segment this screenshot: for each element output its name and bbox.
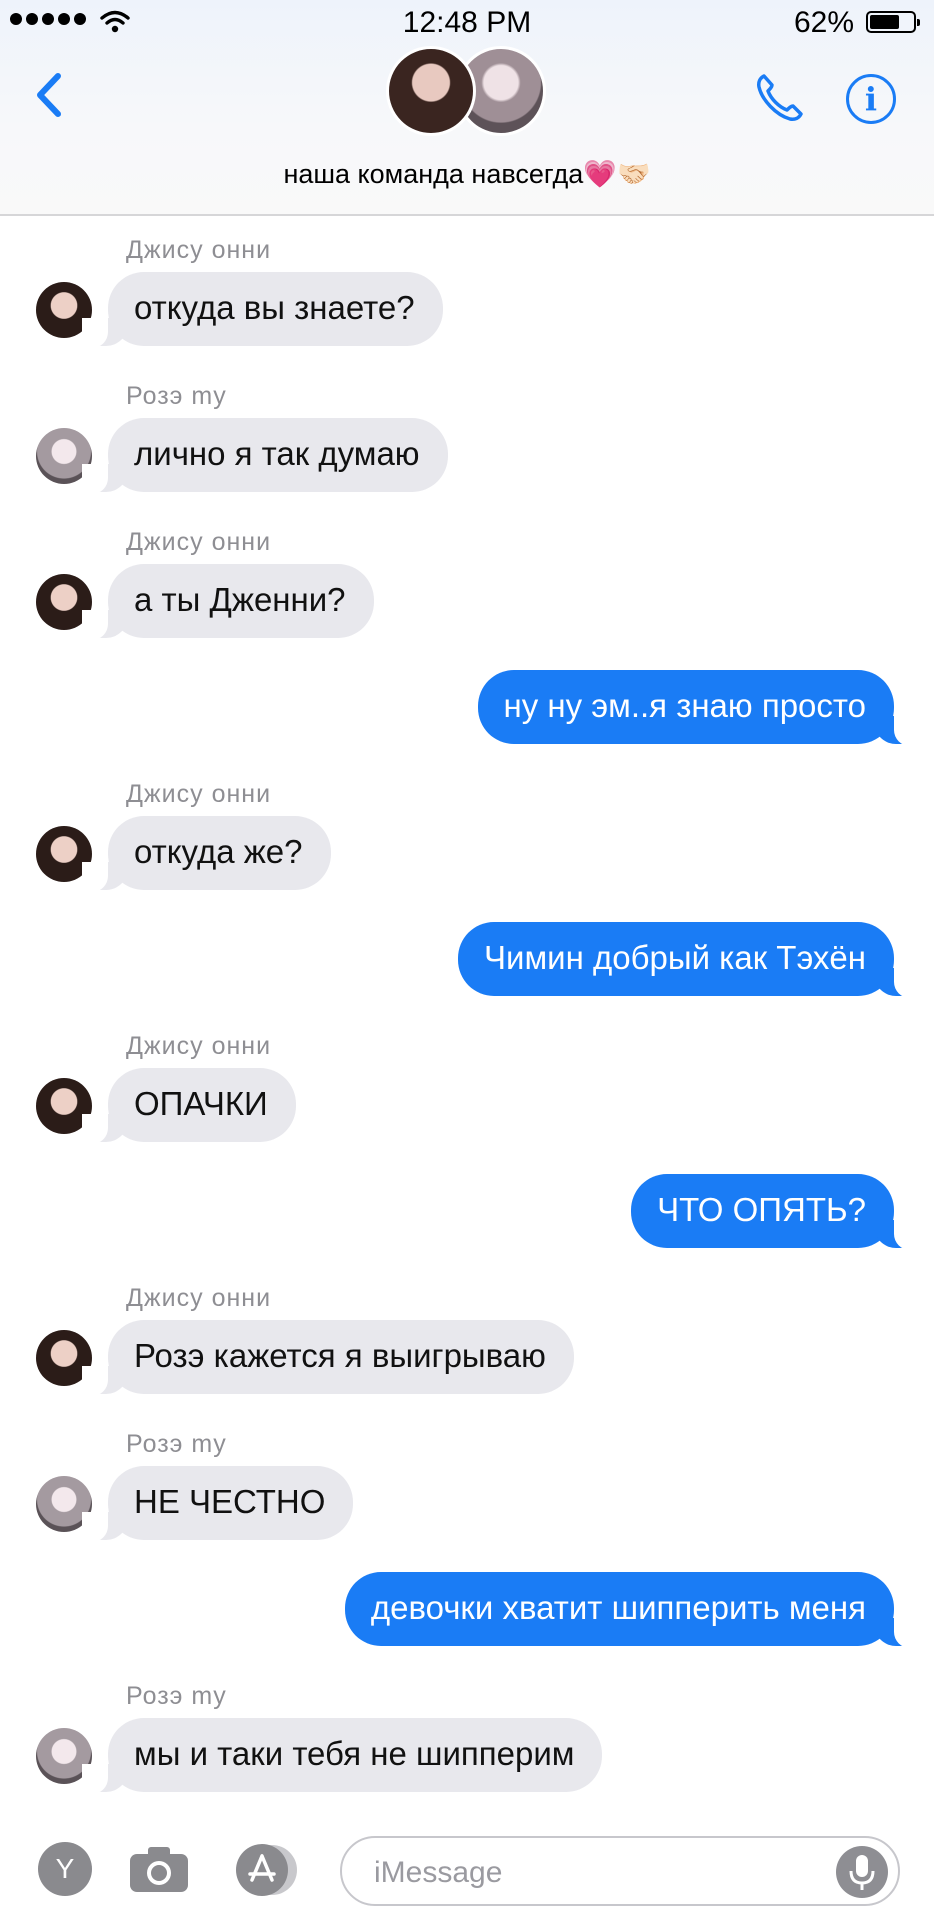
outgoing-message-bubble[interactable]: ну ну эм..я знаю просто bbox=[477, 670, 921, 746]
outgoing-message-bubble[interactable]: ЧТО ОПЯТЬ? bbox=[631, 1174, 920, 1250]
outgoing-message-bubble[interactable]: Чимин добрый как Тэхён bbox=[458, 922, 920, 998]
message-input[interactable] bbox=[372, 1852, 796, 1894]
battery-percent: 62% bbox=[793, 6, 854, 39]
phone-icon bbox=[757, 74, 803, 121]
message-text: откуда вы знаете? bbox=[134, 289, 415, 326]
input-bar: Y bbox=[0, 1830, 934, 1920]
status-bar: 12:48 PM 62% bbox=[0, 0, 934, 44]
incoming-message-bubble[interactable]: НЕ ЧЕСТНО bbox=[81, 1466, 354, 1542]
camera-icon bbox=[130, 1847, 188, 1892]
incoming-message-bubble[interactable]: откуда же? bbox=[82, 816, 331, 892]
message-text: ну ну эм..я знаю просто bbox=[503, 687, 866, 724]
sender-name: Джису онни bbox=[126, 780, 272, 808]
group-title[interactable]: наша команда навсегда💗🤝🏻 bbox=[0, 158, 934, 190]
appstore-button[interactable] bbox=[234, 1842, 300, 1898]
incoming-message-bubble[interactable]: лично я так думаю bbox=[82, 418, 448, 494]
avatar-jisoo bbox=[386, 46, 476, 136]
message-thread[interactable]: Джису онни откуда вы знаете? Розэ my лично … bbox=[0, 216, 934, 1830]
back-button[interactable] bbox=[30, 70, 70, 120]
microphone-button[interactable] bbox=[836, 1846, 888, 1898]
sender-name: Джису онни bbox=[126, 1284, 272, 1312]
message-text: лично я так думаю bbox=[134, 435, 420, 472]
incoming-message-bubble[interactable]: а ты Дженни? bbox=[82, 564, 374, 640]
app-drawer-button[interactable]: Y bbox=[38, 1842, 92, 1896]
message-field[interactable] bbox=[340, 1836, 900, 1906]
message-text: а ты Дженни? bbox=[134, 581, 346, 618]
outgoing-message-bubble[interactable]: девочки хватит шипперить меня bbox=[344, 1572, 921, 1648]
message-text: мы и таки тебя не шипперим bbox=[134, 1735, 575, 1772]
call-button[interactable] bbox=[752, 70, 808, 126]
camera-button[interactable] bbox=[128, 1844, 190, 1894]
incoming-message-bubble[interactable]: ОПАЧКИ bbox=[82, 1068, 296, 1144]
incoming-message-bubble[interactable]: Розэ кажется я выигрываю bbox=[82, 1320, 574, 1396]
message-text: НЕ ЧЕСТНО bbox=[134, 1483, 326, 1520]
sender-name: Розэ my bbox=[126, 1682, 227, 1710]
info-button[interactable]: i bbox=[846, 74, 896, 124]
message-text: Розэ кажется я выигрываю bbox=[134, 1337, 546, 1374]
message-text: ОПАЧКИ bbox=[134, 1085, 268, 1122]
sender-name: Розэ my bbox=[126, 382, 227, 410]
sender-name: Джису онни bbox=[126, 1032, 272, 1060]
microphone-icon bbox=[849, 1855, 875, 1890]
message-text: Чимин добрый как Тэхён bbox=[484, 939, 866, 976]
sender-name: Розэ my bbox=[126, 1430, 227, 1458]
appstore-icon bbox=[236, 1844, 297, 1896]
battery-icon bbox=[866, 11, 920, 33]
message-text: девочки хватит шипперить меня bbox=[370, 1589, 866, 1626]
info-icon: i bbox=[864, 80, 878, 118]
incoming-message-bubble[interactable]: мы и таки тебя не шипперим bbox=[81, 1718, 603, 1794]
message-text: ЧТО ОПЯТЬ? bbox=[657, 1191, 866, 1228]
chevron-left-icon bbox=[37, 73, 61, 117]
message-text: откуда же? bbox=[134, 833, 303, 870]
sender-name: Джису онни bbox=[126, 236, 272, 264]
incoming-message-bubble[interactable]: откуда вы знаете? bbox=[82, 272, 443, 348]
sender-name: Джису онни bbox=[126, 528, 272, 556]
group-avatars[interactable] bbox=[386, 46, 546, 142]
